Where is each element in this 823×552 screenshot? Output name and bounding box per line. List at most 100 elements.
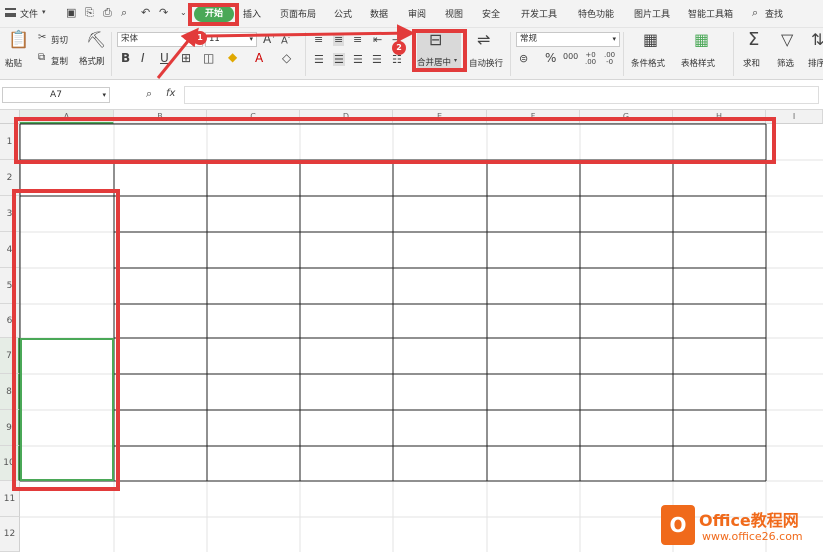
tab-home[interactable]: 开始 [194,6,234,22]
name-box-value: A7 [50,90,62,100]
formula-input[interactable] [184,86,819,104]
hamburger-icon[interactable] [5,8,16,17]
increase-font-icon[interactable]: A+ [263,33,276,45]
undo-icon[interactable]: ↶ [141,7,150,18]
font-name-select[interactable]: 宋体▾ [117,32,203,47]
align-bottom-icon[interactable]: ≡ [353,34,362,45]
filter-icon[interactable]: ▽ [781,32,793,48]
tab-review[interactable]: 审阅 [408,7,426,20]
step-1-badge: 1 [193,31,207,45]
print-preview-icon[interactable]: ⌕ [121,7,127,18]
formula-bar: A7 ▾ ⌕ fx [0,80,823,110]
conditional-format-button[interactable]: 条件格式 [631,57,665,69]
spreadsheet-grid[interactable]: ABCDEFGHI 1 2 3 4 5 6 7 8 9 10 11 12 [0,110,823,552]
percent-icon[interactable]: % [545,52,556,64]
conditional-format-icon[interactable]: ▦ [643,32,658,48]
italic-icon[interactable]: I [141,52,145,64]
align-middle-icon[interactable]: ≡ [333,33,345,46]
filter-button[interactable]: 筛选 [777,57,794,69]
tab-security[interactable]: 安全 [482,7,500,20]
thousands-icon[interactable]: 000 [563,53,578,61]
name-box[interactable]: A7 ▾ [2,87,110,103]
align-center-icon[interactable]: ☰ [333,53,345,66]
highlight-icon[interactable]: ◆ [228,51,237,63]
copy-button[interactable]: 复制 [51,55,68,67]
tab-insert[interactable]: 插入 [243,7,261,20]
chevron-down-icon: ▾ [454,57,458,64]
merge-cells-icon: ⊟ [429,30,443,49]
decrease-decimal-icon[interactable]: .00 -0 [604,52,615,66]
search-icon[interactable]: ⌕ [752,7,758,18]
align-top-icon[interactable]: ≡ [314,34,323,45]
cut-icon[interactable]: ✂ [38,33,46,43]
menu-bar: 文件 ▾ ▣ ⎘ ⎙ ⌕ ↶ ↷ ⌄ 开始 插入 页面布局 公式 数据 审阅 视… [0,0,823,28]
underline-icon[interactable]: U [160,52,169,64]
number-format-value: 常规 [520,34,538,44]
watermark: O Office教程网 www.office26.com [660,503,823,552]
tab-picture-tools[interactable]: 图片工具 [634,7,670,20]
sum-icon[interactable]: Σ [748,31,759,49]
tab-data[interactable]: 数据 [370,7,388,20]
paste-button[interactable]: 粘贴 [5,57,22,69]
sort-icon[interactable]: ⇅ [811,32,823,48]
zoom-icon[interactable]: ⌕ [146,88,152,99]
gridlines [19,123,823,552]
merge-center-label: 合并居中 [417,58,452,68]
cut-button[interactable]: 剪切 [51,34,68,46]
clear-format-icon[interactable]: ◇ [282,52,291,64]
customize-chevron-icon[interactable]: ⌄ [180,9,187,17]
align-right-icon[interactable]: ☰ [353,54,363,65]
sum-button[interactable]: 求和 [743,57,760,69]
font-color-icon[interactable]: A [255,52,263,64]
distributed-icon[interactable]: ☷ [392,54,402,65]
justify-icon[interactable]: ☰ [372,54,382,65]
bold-icon[interactable]: B [121,52,130,64]
table-style-icon[interactable]: ▦ [694,32,709,48]
merge-center-button[interactable]: ⊟ 合并居中 ▾ [417,30,461,70]
print-icon[interactable]: ⎙ [103,7,112,18]
align-left-icon[interactable]: ☰ [314,54,324,65]
copy-icon[interactable]: ⧉ [38,53,45,63]
font-size-value: 11 [209,34,220,44]
file-menu[interactable]: 文件 [20,7,38,20]
step-2-badge: 2 [392,41,406,55]
search-label[interactable]: 查找 [765,7,783,20]
tab-developer[interactable]: 开发工具 [521,7,557,20]
export-icon[interactable]: ⎘ [85,7,94,18]
fill-color-icon[interactable]: ◫ [203,52,214,64]
number-format-select[interactable]: 常规 ▾ [516,32,620,47]
office-logo-icon: O [661,505,695,545]
sort-button[interactable]: 排序 [808,57,823,69]
format-painter-button[interactable]: 格式刷 [79,55,105,67]
tab-smart-toolbox[interactable]: 智能工具箱 [688,7,733,20]
merged-range-a7-a10[interactable] [20,338,114,481]
paste-icon[interactable]: 📋 [8,32,29,49]
divider [305,32,306,76]
wrap-text-button[interactable]: 自动换行 [469,57,503,69]
tab-page-layout[interactable]: 页面布局 [280,7,316,20]
save-icon[interactable]: ▣ [66,7,76,18]
chevron-down-icon[interactable]: ▾ [42,9,46,16]
tab-formulas[interactable]: 公式 [334,7,352,20]
divider [623,32,624,76]
increase-decimal-icon[interactable]: +0.00 [585,52,596,66]
divider [510,32,511,76]
font-size-select[interactable]: 11 ▾ [205,32,257,47]
table-style-button[interactable]: 表格样式 [681,57,715,69]
indent-decrease-icon[interactable]: ⇤ [373,34,382,45]
tab-view[interactable]: 视图 [445,7,463,20]
tab-special-features[interactable]: 特色功能 [578,7,614,20]
divider [111,32,112,76]
wrap-text-icon[interactable]: ⇌ [477,32,490,48]
format-painter-icon[interactable]: ⛏ [86,32,106,48]
fx-icon[interactable]: fx [166,89,175,99]
border-icon[interactable]: ⊞ [181,52,191,64]
divider [733,32,734,76]
font-name-value: 宋体 [121,34,139,44]
currency-icon[interactable]: ⊜ [519,53,528,64]
decrease-font-icon[interactable]: A- [281,35,290,46]
redo-icon[interactable]: ↷ [159,7,168,18]
watermark-brand: Office教程网 [699,511,799,530]
ribbon-toolbar: 📋 粘贴 ✂ 剪切 ⧉ 复制 ⛏ 格式刷 宋体▾ 11▾ A+ A- B I U… [0,28,823,80]
watermark-url: www.office26.com [702,530,803,543]
